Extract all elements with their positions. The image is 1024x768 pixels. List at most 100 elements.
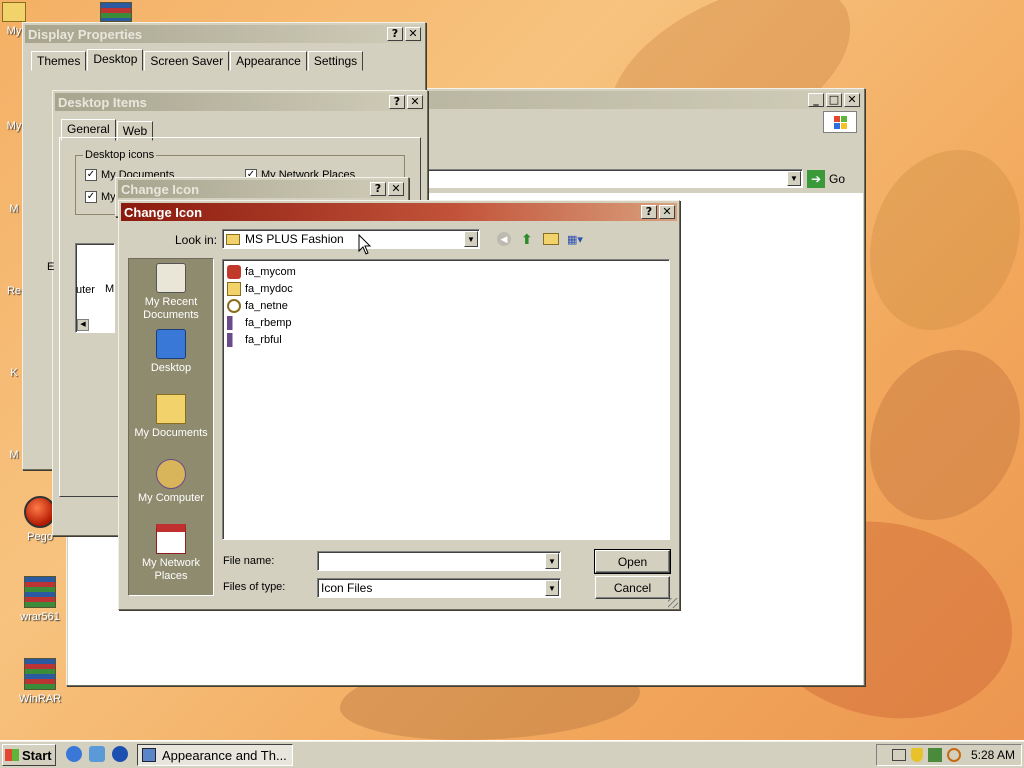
- windows-logo-icon: [823, 111, 857, 133]
- desktop-items-label-e: E: [47, 261, 55, 273]
- system-tray: 5:28 AM: [876, 744, 1022, 766]
- taskbar: Start Appearance and Th... 5:28 AM: [0, 740, 1024, 768]
- icon-list-item: M: [105, 283, 115, 295]
- tab-desktop[interactable]: Desktop: [87, 49, 144, 71]
- keyboard-icon[interactable]: [891, 749, 906, 761]
- security-shield-icon[interactable]: [910, 748, 923, 762]
- folder-icon: [226, 233, 240, 245]
- desktop-icon-wrar561[interactable]: wrar561: [8, 576, 72, 623]
- display-properties-titlebar[interactable]: Display Properties ? ✕: [25, 25, 423, 43]
- look-in-value: MS PLUS Fashion: [245, 232, 344, 246]
- resize-grip-icon[interactable]: [668, 598, 678, 608]
- windows-flag-icon: [5, 749, 19, 761]
- change-icon-file-dialog: Change Icon ? ✕ Look in: MS PLUS Fashion…: [118, 200, 680, 610]
- recent-documents-icon: [156, 263, 186, 293]
- file-type-dropdown[interactable]: Icon Files ▼: [317, 578, 561, 598]
- close-button[interactable]: ✕: [659, 205, 675, 219]
- file-list[interactable]: fa_mycom fa_mydoc fa_netne fa_rbemp fa_r…: [222, 259, 670, 540]
- desktop-icon-label: Re: [6, 285, 22, 297]
- place-my-network-places[interactable]: My Network Places: [129, 524, 213, 583]
- minimize-button[interactable]: _: [808, 93, 824, 107]
- taskbar-task-appearance[interactable]: Appearance and Th...: [137, 744, 293, 766]
- file-item[interactable]: fa_rbemp: [227, 314, 665, 331]
- change-icon-titlebar[interactable]: Change Icon ? ✕: [118, 180, 406, 198]
- close-button[interactable]: ✕: [407, 95, 423, 109]
- look-in-label: Look in:: [175, 233, 218, 247]
- tab-settings[interactable]: Settings: [307, 51, 364, 71]
- maximize-button[interactable]: □: [826, 93, 842, 107]
- place-label: My Network Places: [141, 557, 201, 582]
- close-button[interactable]: ✕: [844, 93, 860, 107]
- my-network-places-icon: [156, 524, 186, 554]
- my-documents-icon: [156, 394, 186, 424]
- help-button[interactable]: ?: [370, 182, 386, 196]
- internet-explorer-icon[interactable]: [66, 746, 82, 762]
- up-folder-icon[interactable]: ⬆: [521, 231, 535, 247]
- file-item[interactable]: fa_mydoc: [227, 280, 665, 297]
- mouse-cursor-icon: [358, 234, 372, 255]
- open-button[interactable]: Open: [594, 549, 671, 574]
- view-menu-icon[interactable]: ▦▾: [567, 233, 589, 246]
- place-desktop[interactable]: Desktop: [129, 329, 213, 375]
- close-button[interactable]: ✕: [405, 27, 421, 41]
- place-my-computer[interactable]: My Computer: [129, 459, 213, 505]
- cancel-button[interactable]: Cancel: [595, 576, 670, 599]
- task-label: Appearance and Th...: [162, 747, 287, 763]
- folder-icon: [2, 2, 26, 22]
- desktop-items-title: Desktop Items: [58, 94, 147, 110]
- back-icon[interactable]: ◀: [497, 232, 511, 246]
- scroll-left-icon[interactable]: ◀: [77, 319, 89, 331]
- file-item[interactable]: fa_rbful: [227, 331, 665, 348]
- help-button[interactable]: ?: [387, 27, 403, 41]
- start-button[interactable]: Start: [2, 744, 56, 766]
- desktop-icon-label: Pego: [27, 531, 53, 543]
- address-dropdown-icon[interactable]: ▼: [787, 171, 801, 186]
- checkbox-my-computer[interactable]: ✓ My: [85, 191, 116, 204]
- place-my-documents[interactable]: My Documents: [129, 394, 213, 440]
- file-dialog-titlebar[interactable]: Change Icon ? ✕: [121, 203, 677, 221]
- display-properties-tabs: Themes Desktop Screen Saver Appearance S…: [23, 49, 425, 71]
- search-icon[interactable]: [946, 748, 961, 762]
- chevron-down-icon[interactable]: ▼: [464, 231, 478, 247]
- tab-screen-saver[interactable]: Screen Saver: [144, 51, 230, 71]
- help-button[interactable]: ?: [641, 205, 657, 219]
- file-item[interactable]: fa_mycom: [227, 263, 665, 280]
- desktop-items-titlebar[interactable]: Desktop Items ? ✕: [55, 93, 425, 111]
- file-name-input[interactable]: ▼: [317, 551, 561, 571]
- look-in-dropdown[interactable]: MS PLUS Fashion ▼: [222, 229, 480, 249]
- start-label: Start: [22, 747, 52, 763]
- file-dialog-title: Change Icon: [124, 204, 203, 220]
- file-name: fa_mydoc: [245, 282, 293, 295]
- wallpaper-leaf: [870, 150, 1020, 330]
- computer-icon: [227, 264, 241, 279]
- address-bar[interactable]: ▼: [427, 169, 803, 188]
- folder-docs-icon: [227, 281, 241, 296]
- desktop-icon-label: M: [9, 203, 19, 215]
- winrar-installer-icon: [24, 576, 56, 608]
- tab-themes[interactable]: Themes: [31, 51, 87, 71]
- clock[interactable]: 5:28 AM: [971, 748, 1015, 762]
- desktop-icon-label: WinRAR: [18, 693, 62, 705]
- place-my-recent-documents[interactable]: My Recent Documents: [129, 263, 213, 322]
- check-icon: ✓: [85, 169, 97, 182]
- change-icon-title: Change Icon: [121, 181, 200, 197]
- desktop-icon-label: K: [10, 367, 18, 379]
- desktop-icon-winrar[interactable]: WinRAR: [8, 658, 72, 705]
- close-button[interactable]: ✕: [388, 182, 404, 196]
- media-player-icon[interactable]: [112, 746, 128, 762]
- my-computer-icon: [156, 459, 186, 489]
- file-type-value: Icon Files: [321, 581, 373, 595]
- outlook-express-icon[interactable]: [89, 746, 105, 762]
- chevron-down-icon[interactable]: ▼: [545, 553, 559, 569]
- new-folder-icon[interactable]: [543, 233, 559, 245]
- chevron-down-icon[interactable]: ▼: [545, 580, 559, 596]
- desktop-icon-label: My: [6, 25, 22, 37]
- tab-appearance[interactable]: Appearance: [230, 51, 307, 71]
- network-tray-icon[interactable]: [927, 748, 942, 762]
- go-button[interactable]: ➔ Go: [807, 169, 855, 189]
- checkbox-label: My: [101, 191, 116, 203]
- help-button[interactable]: ?: [389, 95, 405, 109]
- file-name-label: File name:: [223, 555, 275, 567]
- file-type-label: Files of type:: [223, 581, 286, 593]
- file-item[interactable]: fa_netne: [227, 297, 665, 314]
